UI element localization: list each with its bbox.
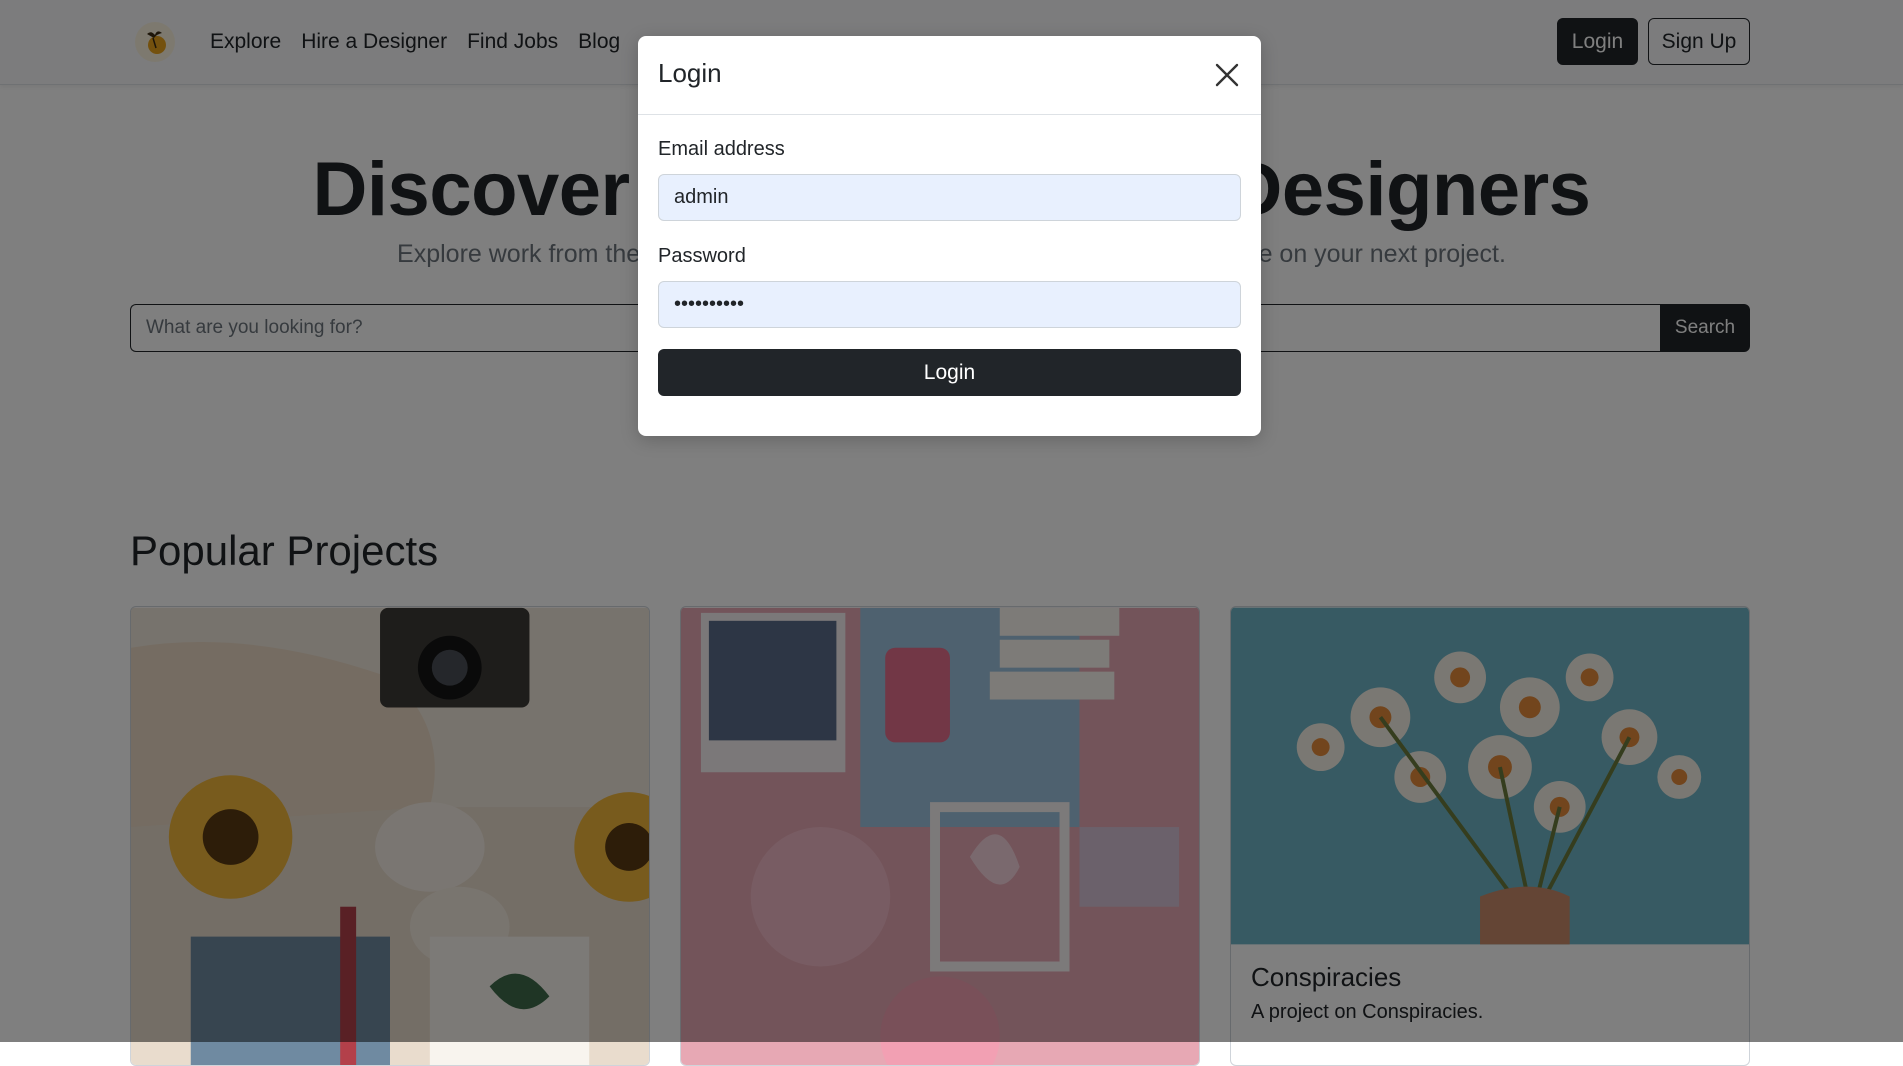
modal-title: Login [658,58,722,88]
email-label: Email address [658,138,785,160]
close-icon[interactable] [1214,62,1240,88]
email-field[interactable] [658,174,1241,221]
password-field[interactable] [658,281,1241,328]
modal-header: Login [638,36,1261,115]
password-label: Password [658,245,746,267]
login-submit-button[interactable]: Login [658,349,1241,396]
login-modal: Login Email address Password Login [638,36,1261,436]
